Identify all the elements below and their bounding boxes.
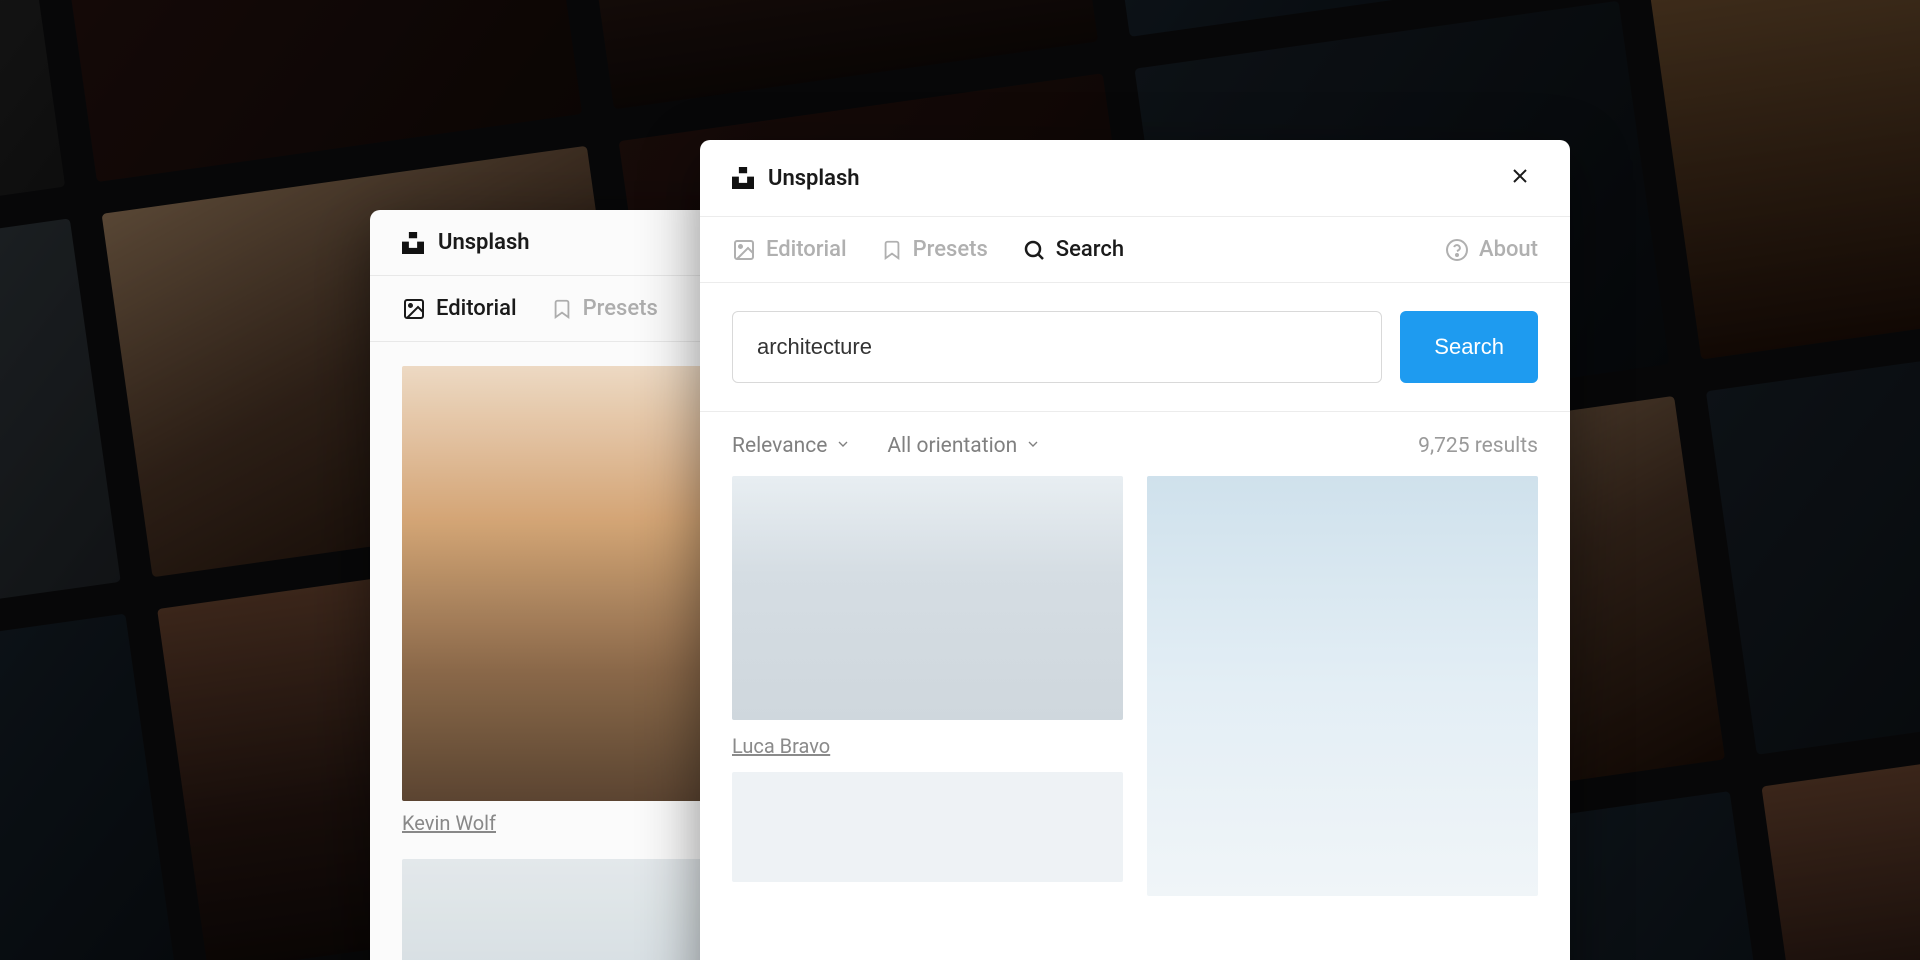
tab-label: About	[1479, 237, 1538, 262]
unsplash-logo-icon	[402, 232, 424, 254]
tab-search[interactable]: Search	[1022, 237, 1124, 262]
tab-label: Search	[1056, 237, 1124, 262]
close-icon	[1508, 164, 1532, 192]
photo-credit[interactable]: Luca Bravo	[732, 734, 1123, 758]
unsplash-logo-icon	[732, 167, 754, 189]
tabbar: Editorial Presets Search About	[700, 217, 1570, 283]
orientation-dropdown[interactable]: All orientation	[887, 434, 1041, 458]
image-thumbnail[interactable]	[1147, 476, 1538, 896]
search-button[interactable]: Search	[1400, 311, 1538, 383]
image-gallery: Luca Bravo	[700, 476, 1570, 896]
app-title: Unsplash	[438, 230, 530, 255]
search-row: Search	[700, 283, 1570, 412]
tab-presets[interactable]: Presets	[881, 237, 988, 262]
help-icon	[1445, 238, 1469, 262]
search-input[interactable]	[732, 311, 1382, 383]
dropdown-label: Relevance	[732, 434, 827, 458]
titlebar: Unsplash	[700, 140, 1570, 217]
tab-editorial[interactable]: Editorial	[732, 237, 847, 262]
tab-label: Presets	[913, 237, 988, 262]
bookmark-icon	[881, 239, 903, 261]
bookmark-icon	[551, 298, 573, 320]
app-title: Unsplash	[768, 166, 860, 191]
results-count: 9,725 results	[1418, 434, 1538, 458]
image-icon	[402, 297, 426, 321]
search-icon	[1022, 238, 1046, 262]
tab-presets[interactable]: Presets	[551, 296, 658, 321]
image-thumbnail[interactable]	[732, 476, 1123, 720]
sort-dropdown[interactable]: Relevance	[732, 434, 851, 458]
tab-editorial[interactable]: Editorial	[402, 296, 517, 321]
tab-label: Editorial	[436, 296, 517, 321]
tab-label: Editorial	[766, 237, 847, 262]
close-button[interactable]	[1502, 160, 1538, 196]
dropdown-label: All orientation	[887, 434, 1017, 458]
image-icon	[732, 238, 756, 262]
tab-about[interactable]: About	[1445, 237, 1538, 262]
chevron-down-icon	[835, 434, 851, 458]
tab-label: Presets	[583, 296, 658, 321]
unsplash-modal: Unsplash Editorial Presets Search	[700, 140, 1570, 960]
image-thumbnail[interactable]	[732, 772, 1123, 882]
filter-row: Relevance All orientation 9,725 results	[700, 412, 1570, 476]
chevron-down-icon	[1025, 434, 1041, 458]
photo-credit[interactable]: Kevin Wolf	[402, 811, 496, 835]
